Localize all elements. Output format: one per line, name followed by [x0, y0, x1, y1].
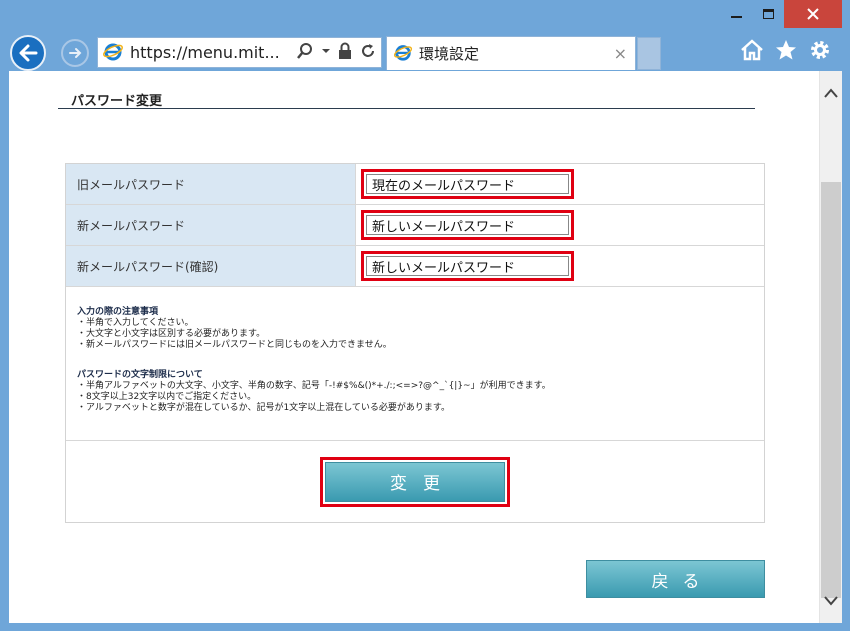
- settings-gear-icon[interactable]: [808, 38, 832, 62]
- form-row-new-password: 新メールパスワード 新しいメールパスワード: [66, 205, 764, 246]
- home-icon[interactable]: [740, 38, 764, 62]
- highlight-frame: 現在のメールパスワード: [361, 169, 574, 199]
- form-row-confirm-password: 新メールパスワード(確認) 新しいメールパスワード: [66, 246, 764, 287]
- password-notes: 入力の際の注意事項 ・半角で入力してください。 ・大文字と小文字は区別する必要が…: [66, 287, 764, 441]
- forward-button[interactable]: [61, 39, 89, 67]
- highlight-frame: 新しいメールパスワード: [361, 251, 574, 281]
- form-row-old-password: 旧メールパスワード 現在のメールパスワード: [66, 164, 764, 205]
- back-arrow-icon: [19, 44, 38, 62]
- input-note-line: ・新メールパスワードには旧メールパスワードと同じものを入力できません。: [77, 340, 392, 350]
- section-divider: [58, 108, 755, 109]
- refresh-icon[interactable]: [359, 42, 377, 60]
- close-window-button[interactable]: [784, 0, 842, 28]
- dropdown-icon[interactable]: [321, 42, 331, 60]
- limit-note-line: ・8文字以上32文字以内でご指定ください。: [77, 392, 257, 402]
- favorites-star-icon[interactable]: [774, 38, 798, 62]
- address-bar[interactable]: https://menu.mit...: [97, 37, 382, 68]
- new-password-input[interactable]: 新しいメールパスワード: [366, 215, 569, 235]
- minimize-icon: [730, 16, 742, 18]
- tab-title: 環境設定: [419, 45, 480, 63]
- chevron-up-icon: [824, 88, 838, 98]
- maximize-button[interactable]: [753, 0, 783, 28]
- window-titlebar: [0, 0, 850, 34]
- back-button[interactable]: [10, 35, 46, 71]
- password-form: 旧メールパスワード 現在のメールパスワード 新メールパスワード 新しいメールパス…: [65, 163, 765, 523]
- minimize-button[interactable]: [719, 0, 753, 28]
- lock-icon[interactable]: [338, 42, 352, 60]
- close-icon: [807, 8, 819, 20]
- submit-area: 変更: [66, 441, 764, 522]
- new-tab-button[interactable]: [637, 37, 661, 70]
- old-password-input[interactable]: 現在のメールパスワード: [366, 174, 569, 194]
- old-password-label: 旧メールパスワード: [66, 164, 356, 204]
- browser-navbar: https://menu.mit... 環境設定 ×: [0, 34, 850, 74]
- maximize-icon: [762, 9, 774, 19]
- scroll-down-button[interactable]: [820, 587, 842, 615]
- confirm-password-input[interactable]: 新しいメールパスワード: [366, 256, 569, 276]
- scrollbar-thumb[interactable]: [821, 182, 841, 598]
- scroll-up-button[interactable]: [820, 79, 842, 107]
- vertical-scrollbar[interactable]: [819, 71, 842, 623]
- forward-arrow-icon: [69, 48, 82, 58]
- limit-note-line: ・アルファベットと数字が混在しているか、記号が1文字以上混在している必要がありま…: [77, 403, 451, 413]
- ie-logo-icon: [102, 40, 124, 66]
- limit-note-line: ・半角アルファベットの大文字、小文字、半角の数字、記号「-!#$%&()*+./…: [77, 381, 551, 391]
- tab-close-icon[interactable]: ×: [614, 44, 627, 63]
- confirm-password-label: 新メールパスワード(確認): [66, 246, 356, 286]
- input-note-line: ・大文字と小文字は区別する必要があります。: [77, 329, 266, 339]
- search-icon[interactable]: [296, 42, 314, 60]
- highlight-frame: 新しいメールパスワード: [361, 210, 574, 240]
- address-url: https://menu.mit...: [130, 43, 280, 62]
- input-note-line: ・半角で入力してください。: [77, 318, 194, 328]
- change-button[interactable]: 変更: [325, 461, 505, 502]
- new-password-label: 新メールパスワード: [66, 205, 356, 245]
- tab-environment-settings[interactable]: 環境設定 ×: [386, 36, 636, 70]
- highlight-frame: 変更: [320, 456, 510, 507]
- input-notes-heading: 入力の際の注意事項: [77, 307, 159, 317]
- chevron-down-icon: [824, 596, 838, 606]
- section-title: パスワード変更: [71, 94, 163, 109]
- limit-notes-heading: パスワードの文字制限について: [77, 370, 203, 380]
- page-viewport: パスワード変更 旧メールパスワード 現在のメールパスワード 新メールパスワード …: [9, 71, 819, 623]
- back-page-button[interactable]: 戻る: [586, 560, 765, 598]
- ie-logo-icon: [393, 42, 413, 66]
